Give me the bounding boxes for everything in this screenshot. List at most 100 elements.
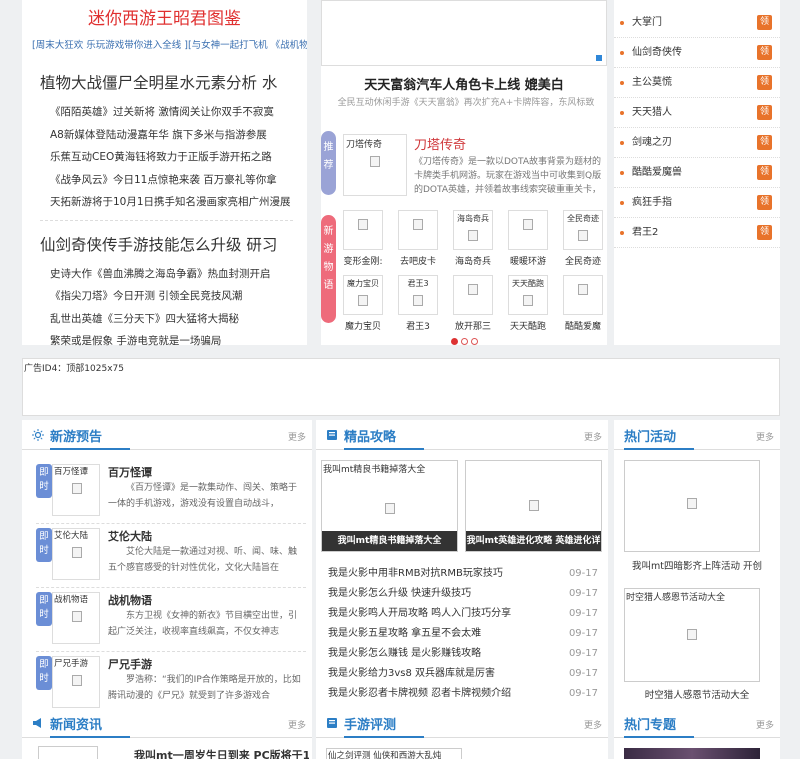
gift-game-name[interactable]: 大掌门 [632, 17, 662, 28]
more-link[interactable]: 更多 [584, 430, 602, 443]
activity-caption[interactable]: 时空猎人感恩节活动大全 [614, 687, 780, 701]
review-image[interactable]: 仙之剑评测 仙侠和西游大乱炖 [326, 748, 462, 759]
more-link[interactable]: 更多 [288, 430, 306, 443]
preview-item[interactable]: 百万怪谭 即时 百万怪谭 《百万怪谭》是一款集动作、闯关、策略于一体的手机游戏，… [36, 460, 306, 524]
guide-item[interactable]: 我是火影鸣人开局攻略 鸣人入门技巧分享 09-17 [326, 604, 602, 624]
game-tile[interactable] [398, 210, 438, 250]
game-name[interactable]: 海岛奇兵 [448, 254, 498, 267]
game-name[interactable]: 魔力宝贝 [338, 319, 388, 332]
claim-button[interactable]: 领 [757, 45, 772, 60]
news-item[interactable]: 乱世出英雄《三分天下》四大猛将大揭秘 [48, 308, 308, 331]
news-item[interactable]: 史诗大作《兽血沸腾之海岛争霸》热血封测开启 [48, 263, 308, 286]
gift-game-name[interactable]: 疯狂手指 [632, 197, 672, 208]
guide-caption[interactable]: 我叫mt英雄进化攻略 英雄进化详 [466, 531, 601, 551]
activity-image[interactable] [624, 460, 760, 552]
game-name[interactable]: 尸兄手游 [108, 656, 152, 672]
game-thumbnail[interactable]: 艾伦大陆 [52, 528, 100, 580]
news-item[interactable]: 《指尖刀塔》今日开测 引领全民竞技风潮 [48, 285, 308, 308]
news-thumbnail[interactable] [38, 746, 98, 759]
news-item[interactable]: 《战争风云》今日11点惊艳来袭 百万豪礼等你拿 [48, 169, 308, 192]
game-tile[interactable] [343, 210, 383, 250]
news-item[interactable]: 《陌陌英雄》过关新将 激情阅关让你双手不寂寞 [48, 101, 308, 124]
preview-item[interactable]: 艾伦大陆 即时 艾伦大陆 艾伦大陆是一款通过对视、听、闻、味、触五个感官感受的针… [36, 524, 306, 588]
featured-headline-link[interactable]: 迷你西游王昭君图鉴 [22, 4, 307, 29]
claim-button[interactable]: 领 [757, 165, 772, 180]
game-thumbnail[interactable]: 尸兄手游 [52, 656, 100, 708]
game-name[interactable]: 放开那三 [448, 319, 498, 332]
recommend-game-title[interactable]: 刀塔传奇 [414, 134, 466, 153]
activity-caption[interactable]: 我叫mt四暗影齐上阵活动 开创 [614, 558, 780, 572]
claim-button[interactable]: 领 [757, 135, 772, 150]
news-item[interactable]: 天拓新游将于10月1日携手知名漫画家亮相广州漫展 [48, 191, 308, 214]
game-tile[interactable] [453, 275, 493, 315]
preview-item[interactable]: 尸兄手游 即时 尸兄手游 罗浩称：“我们的IP合作策略是开放的，比如腾讯动漫的《… [36, 652, 306, 716]
game-thumbnail[interactable]: 百万怪谭 [52, 464, 100, 516]
gift-item[interactable]: 主公莫慌 领 [614, 68, 780, 98]
claim-button[interactable]: 领 [757, 105, 772, 120]
game-tile[interactable]: 魔力宝贝 [343, 275, 383, 315]
game-tile[interactable]: 君王3 [398, 275, 438, 315]
topic-image[interactable] [624, 748, 760, 759]
guide-item[interactable]: 我是火影忍者卡牌视频 忍者卡牌视频介绍 09-17 [326, 684, 602, 704]
news-item[interactable]: 繁荣或是假象 手游电竞就是一场骗局 [48, 330, 308, 353]
game-tile[interactable]: 天天酷跑 [508, 275, 548, 315]
gift-item[interactable]: 仙剑奇侠传 领 [614, 38, 780, 68]
gift-item[interactable]: 天天猎人 领 [614, 98, 780, 128]
activity-image[interactable]: 时空猎人感恩节活动大全 [624, 588, 760, 682]
gift-item[interactable]: 疯狂手指 领 [614, 188, 780, 218]
game-name[interactable]: 酷酷爱魔 [558, 319, 608, 332]
guide-item[interactable]: 我是火影怎么升级 快速升级技巧 09-17 [326, 584, 602, 604]
banner-title[interactable]: 天天富翁汽车人角色卡上线 媲美白 [321, 74, 607, 93]
slide-indicator[interactable] [596, 55, 602, 61]
game-tile[interactable]: 全民奇迹 [563, 210, 603, 250]
guide-item[interactable]: 我是火影中用非RMB对抗RMB玩家技巧 09-17 [326, 564, 602, 584]
game-thumbnail[interactable]: 战机物语 [52, 592, 100, 644]
guide-image[interactable]: 我叫mt精良书籍掉落大全 我叫mt精良书籍掉落大全 [321, 460, 458, 552]
gift-game-name[interactable]: 君王2 [632, 227, 658, 238]
gift-game-name[interactable]: 仙剑奇侠传 [632, 47, 682, 58]
news-item[interactable]: A8新媒体登陆动漫嘉年华 旗下多米与指游参展 [48, 124, 308, 147]
guide-item[interactable]: 我是火影五星攻略 拿五星不会太难 09-17 [326, 624, 602, 644]
game-name[interactable]: 百万怪谭 [108, 464, 152, 480]
headline-link-2[interactable]: 仙剑奇侠传手游技能怎么升级 研习 [40, 233, 315, 255]
news-item[interactable]: 乐蕉互动CEO黄海钰将致力于正版手游开拓之路 [48, 146, 308, 169]
promo-links-line[interactable]: [周末大狂欢 乐玩游戏带你进入全线 ][与女神一起打飞机 《战机物语》 [22, 37, 307, 51]
game-name[interactable]: 艾伦大陆 [108, 528, 152, 544]
gift-item[interactable]: 酷酷爱魔兽 领 [614, 158, 780, 188]
more-link[interactable]: 更多 [584, 718, 602, 731]
guide-image[interactable]: 我叫mt英雄进化攻略 英雄进化详 [465, 460, 602, 552]
game-name[interactable]: 战机物语 [108, 592, 152, 608]
claim-button[interactable]: 领 [757, 195, 772, 210]
game-name[interactable]: 全民奇迹 [558, 254, 608, 267]
claim-button[interactable]: 领 [757, 75, 772, 90]
gift-item[interactable]: 君王2 领 [614, 218, 780, 248]
gift-game-name[interactable]: 剑魂之刃 [632, 137, 672, 148]
gift-item[interactable]: 大掌门 领 [614, 8, 780, 38]
game-tile[interactable] [508, 210, 548, 250]
carousel-dot-active[interactable] [451, 338, 458, 345]
gift-game-name[interactable]: 酷酷爱魔兽 [632, 167, 682, 178]
ad-slot[interactable]: 广告ID4：顶部1025x75 [22, 358, 780, 416]
gift-game-name[interactable]: 天天猎人 [632, 107, 672, 118]
preview-item[interactable]: 战机物语 即时 战机物语 东方卫视《女神的新衣》节目横空出世，引起广泛关注，收视… [36, 588, 306, 652]
game-name[interactable]: 去吧皮卡 [393, 254, 443, 267]
carousel-dot[interactable] [461, 338, 468, 345]
game-name[interactable]: 变形金刚: [338, 254, 388, 267]
headline-link-1[interactable]: 植物大战僵尸全明星水元素分析 水 [40, 71, 315, 93]
game-name[interactable]: 暖暖环游 [503, 254, 553, 267]
game-name[interactable]: 天天酷跑 [503, 319, 553, 332]
game-name[interactable]: 君王3 [393, 319, 443, 332]
more-link[interactable]: 更多 [756, 430, 774, 443]
gift-game-name[interactable]: 主公莫慌 [632, 77, 672, 88]
gift-item[interactable]: 剑魂之刃 领 [614, 128, 780, 158]
carousel-dot[interactable] [471, 338, 478, 345]
banner-image[interactable] [321, 0, 607, 66]
guide-item[interactable]: 我是火影怎么赚钱 是火影赚钱攻略 09-17 [326, 644, 602, 664]
guide-item[interactable]: 我是火影给力3vs8 双兵器库就是厉害 09-17 [326, 664, 602, 684]
game-tile[interactable] [563, 275, 603, 315]
guide-caption[interactable]: 我叫mt精良书籍掉落大全 [322, 531, 457, 551]
more-link[interactable]: 更多 [288, 718, 306, 731]
recommend-thumbnail[interactable]: 刀塔传奇 [343, 134, 407, 196]
claim-button[interactable]: 领 [757, 225, 772, 240]
claim-button[interactable]: 领 [757, 15, 772, 30]
